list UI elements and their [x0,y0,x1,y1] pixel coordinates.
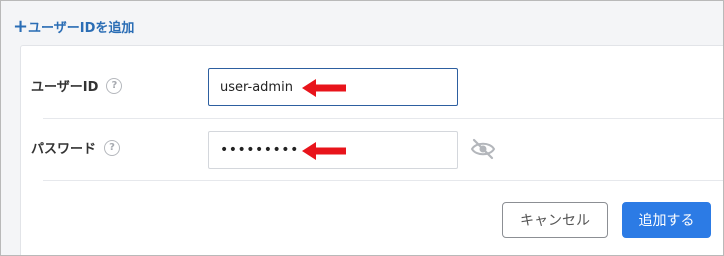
help-circle-icon[interactable]: ? [106,77,123,94]
plus-icon: + [13,15,29,37]
add-user-id-label: ユーザーIDを追加 [28,21,135,36]
password-label-group: パスワード ? [31,138,121,157]
annotation-arrow [302,142,346,160]
annotation-arrow [302,79,346,97]
cancel-button[interactable]: キャンセル [502,202,608,238]
eye-slash-icon[interactable] [470,138,496,160]
add-button[interactable]: 追加する [622,202,711,238]
help-circle-icon[interactable]: ? [104,139,121,156]
user-id-value: user-admin [220,79,293,95]
user-id-label: ユーザーID [31,80,99,95]
password-label: パスワード [31,142,97,157]
window-frame: + ユーザーIDを追加 ユーザーID ? user-admin パスワード ? … [0,0,724,256]
add-user-id-link[interactable]: + ユーザーIDを追加 [13,17,134,36]
user-id-label-group: ユーザーID ? [31,76,123,95]
form-panel: ユーザーID ? user-admin パスワード ? ••••••••• キャ… [20,45,723,255]
password-value: ••••••••• [220,142,299,158]
